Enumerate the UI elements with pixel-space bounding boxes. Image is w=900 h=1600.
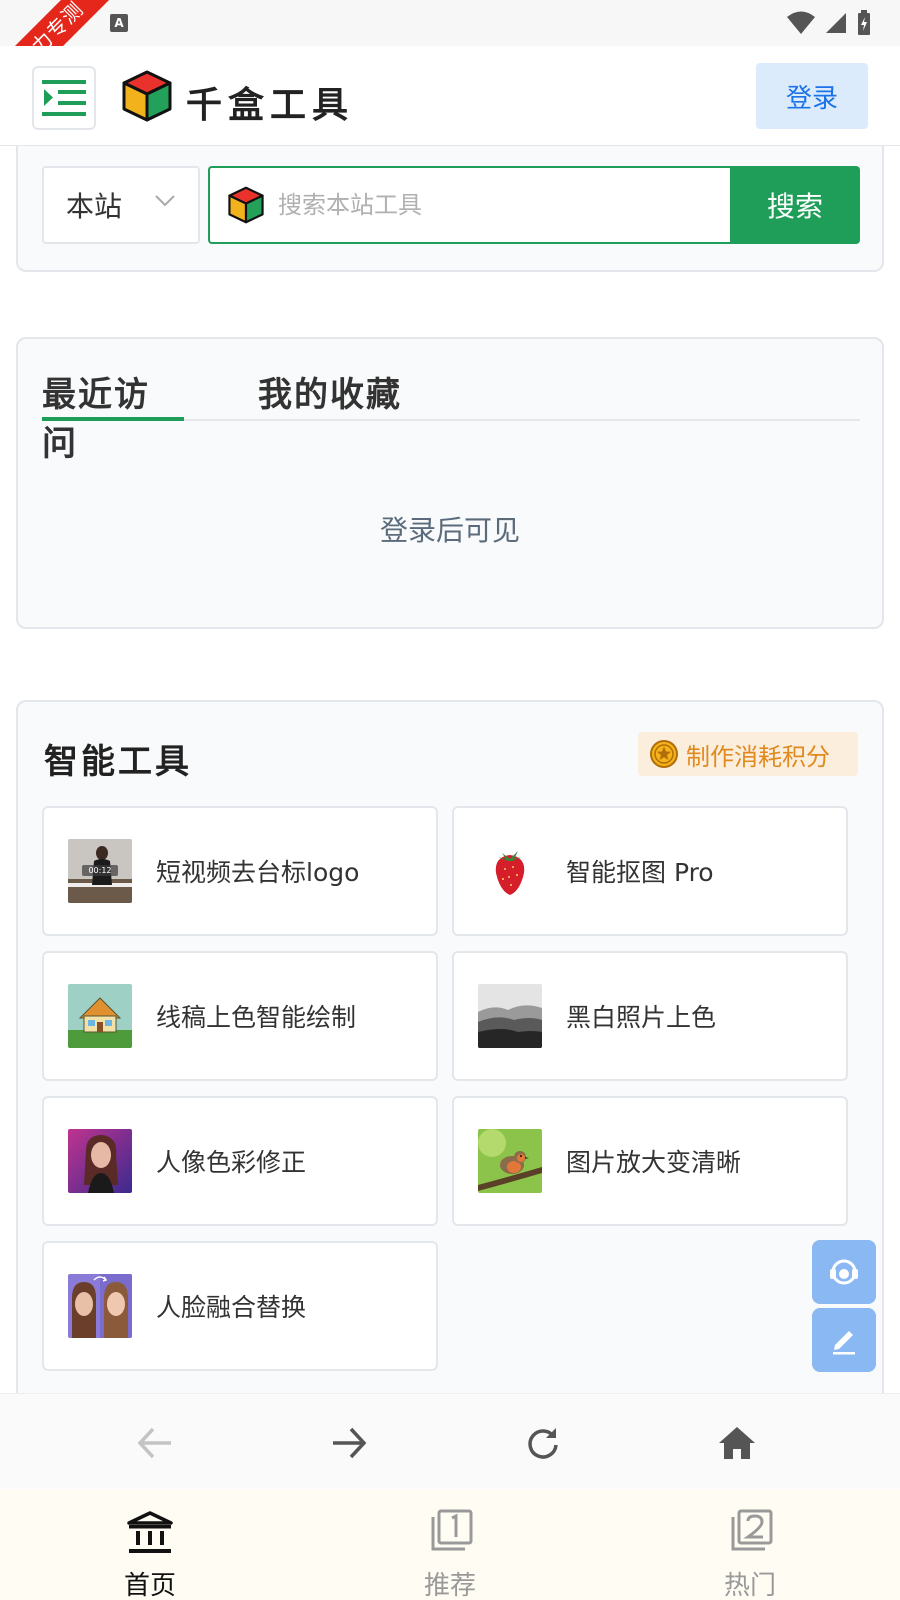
bird-thumbnail-icon [478, 1129, 542, 1193]
tab-home-label: 首页 [123, 1571, 176, 1600]
wifi-icon [787, 11, 815, 34]
tool-label: 人像色彩修正 [156, 1148, 307, 1177]
status-bar: 圣力专测 A [0, 0, 900, 111]
tab-recent[interactable]: 最近访问 [42, 367, 184, 464]
back-button[interactable] [130, 1418, 180, 1468]
video-thumbnail-icon: 00:12 [68, 839, 132, 903]
login-button[interactable]: 登录 [756, 63, 868, 129]
tool-label: 短视频去台标logo [156, 858, 360, 887]
menu-button[interactable] [32, 66, 96, 130]
tool-portrait-color-fix[interactable]: 人像色彩修正 [42, 1096, 438, 1226]
tool-label: 人脸融合替换 [156, 1293, 307, 1322]
brand-logo-icon [122, 70, 172, 122]
bottom-tab-bar: 首页 推荐 热门 [0, 1489, 900, 1600]
search-button[interactable]: 搜索 [730, 166, 860, 244]
chevron-down-icon [155, 195, 175, 207]
points-badge-label: 制作消耗积分 [686, 742, 830, 771]
battery-icon [858, 10, 870, 35]
notification-icon: A [110, 14, 128, 32]
forward-arrow-icon [333, 1427, 367, 1459]
brand-logo-icon [228, 186, 264, 224]
edit-button[interactable] [812, 1308, 876, 1372]
tool-label: 线稿上色智能绘制 [156, 1003, 357, 1032]
bank-icon [127, 1511, 173, 1553]
empty-message: 登录后可见 [379, 514, 520, 547]
tool-bw-colorize[interactable]: 黑白照片上色 [452, 951, 848, 1081]
scope-label: 本站 [66, 190, 123, 223]
section-title: 智能工具 [44, 742, 192, 782]
status-icons [786, 10, 872, 36]
browser-nav [0, 1393, 900, 1489]
tab-favorites[interactable]: 我的收藏 [258, 367, 402, 421]
edit-icon [833, 1331, 855, 1355]
tab-recommend[interactable]: 推荐 [390, 1507, 510, 1600]
search-input[interactable] [278, 191, 698, 219]
tab-hot[interactable]: 热门 [690, 1507, 810, 1600]
recent-tabs: 最近访问 我的收藏 [42, 367, 860, 464]
tool-image-upscale[interactable]: 图片放大变清晰 [452, 1096, 848, 1226]
tool-lineart-coloring[interactable]: 线稿上色智能绘制 [42, 951, 438, 1081]
home-button[interactable] [712, 1418, 762, 1468]
number-1-icon [431, 1509, 473, 1551]
bw-landscape-thumbnail-icon [478, 984, 542, 1048]
app-header: 千盒工具 登录 [0, 46, 900, 146]
forward-button[interactable] [324, 1418, 374, 1468]
home-icon [719, 1427, 755, 1459]
tool-smart-cutout[interactable]: 智能抠图 Pro [452, 806, 848, 936]
scope-select[interactable]: 本站 [42, 166, 200, 244]
back-arrow-icon [137, 1427, 171, 1459]
customer-service-icon [830, 1259, 858, 1285]
brand-name: 千盒工具 [186, 85, 355, 126]
reload-icon [528, 1428, 558, 1459]
customer-service-button[interactable] [812, 1240, 876, 1304]
tool-label: 图片放大变清晰 [566, 1148, 742, 1177]
points-badge[interactable]: 制作消耗积分 [638, 732, 858, 776]
house-drawing-thumbnail-icon [68, 984, 132, 1048]
search-card: 本站 搜索 [16, 146, 884, 272]
video-timestamp: 00:12 [88, 866, 111, 875]
tool-video-logo-removal[interactable]: 00:12 短视频去台标logo [42, 806, 438, 936]
strawberry-thumbnail-icon [478, 839, 542, 903]
tool-label: 黑白照片上色 [566, 1003, 717, 1032]
face-swap-thumbnail-icon [68, 1274, 132, 1338]
search-box [208, 166, 730, 244]
portrait-thumbnail-icon [68, 1129, 132, 1193]
number-2-icon [731, 1509, 773, 1551]
tab-recommend-label: 推荐 [423, 1571, 476, 1600]
menu-indent-icon [42, 80, 86, 116]
signal-icon [826, 13, 846, 33]
tab-home[interactable]: 首页 [90, 1507, 210, 1600]
tab-hot-label: 热门 [723, 1571, 776, 1600]
tools-card: 智能工具 制作消耗积分 00:12 短视频去台标logo 智能抠图 Pro 线稿… [16, 700, 884, 1400]
recent-card: 最近访问 我的收藏 登录后可见 [16, 337, 884, 629]
reload-button[interactable] [518, 1418, 568, 1468]
tool-label: 智能抠图 Pro [566, 858, 714, 887]
star-coin-icon [650, 740, 678, 768]
tool-face-swap[interactable]: 人脸融合替换 [42, 1241, 438, 1371]
